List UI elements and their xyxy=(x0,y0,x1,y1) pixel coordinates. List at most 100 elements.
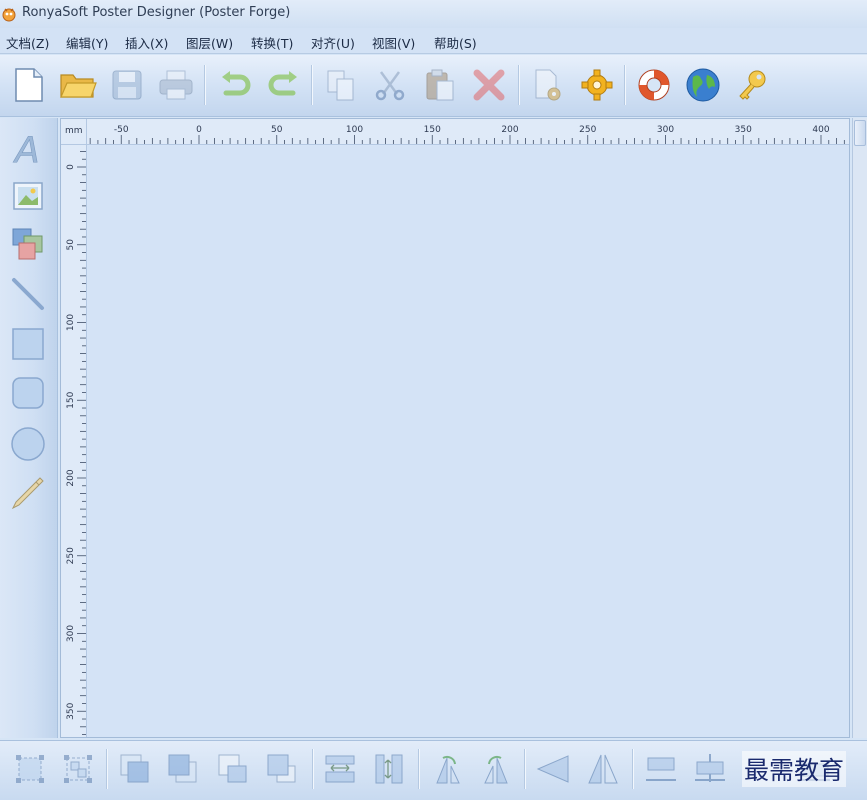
poster-canvas[interactable] xyxy=(88,146,849,737)
same-width-button[interactable] xyxy=(320,749,360,789)
flip-vertical-button[interactable] xyxy=(583,749,623,789)
rounded-rectangle-tool-button[interactable] xyxy=(8,373,48,413)
clipart-icon xyxy=(12,228,43,260)
send-to-back-icon xyxy=(168,754,197,783)
main-toolbar xyxy=(0,55,867,117)
rotate-right-button[interactable] xyxy=(476,749,516,789)
undo-arrow-icon xyxy=(222,71,251,96)
align-top-icon xyxy=(646,757,676,781)
bring-to-front-icon xyxy=(120,754,149,783)
printer-icon xyxy=(159,70,193,100)
text-tool-icon: A xyxy=(13,130,40,166)
line-tool-icon xyxy=(12,278,44,310)
watermark-text: 最需教育 xyxy=(742,751,847,787)
same-width-icon xyxy=(325,755,355,783)
save-disk-icon xyxy=(112,70,142,100)
image-tool-button[interactable] xyxy=(8,176,48,216)
bring-to-front-button[interactable] xyxy=(115,749,155,789)
vertical-ruler-scale: 0 50 100 150 200 250 300 350 xyxy=(66,151,86,735)
flip-horizontal-button[interactable] xyxy=(533,749,573,789)
clipart-tool-button[interactable] xyxy=(8,224,48,264)
menu-layer[interactable]: 图层(W) xyxy=(186,33,233,52)
select-group-button[interactable] xyxy=(58,749,98,789)
menu-align[interactable]: 对齐(U) xyxy=(311,33,355,52)
new-document-button[interactable] xyxy=(7,63,51,107)
toolbar-separator xyxy=(204,65,206,105)
save-button[interactable] xyxy=(105,63,149,107)
send-to-back-button[interactable] xyxy=(163,749,203,789)
redo-button[interactable] xyxy=(262,63,306,107)
select-group-icon xyxy=(64,755,92,783)
ruler-label: 400 xyxy=(812,125,829,135)
rotate-left-icon xyxy=(436,755,460,784)
ruler-label: 250 xyxy=(66,547,76,564)
toolbar-separator xyxy=(106,749,108,789)
toolbar-separator xyxy=(524,749,526,789)
ellipse-icon xyxy=(11,427,45,461)
line-tool-button[interactable] xyxy=(8,274,48,314)
ruler-label: 100 xyxy=(66,314,76,331)
toolbar-separator xyxy=(418,749,420,789)
ruler-unit-label: mm xyxy=(65,126,83,136)
align-top-button[interactable] xyxy=(641,749,681,789)
align-middle-button[interactable] xyxy=(690,749,730,789)
preferences-button[interactable] xyxy=(575,63,619,107)
image-icon xyxy=(13,182,43,210)
new-document-icon xyxy=(15,68,43,102)
menu-view[interactable]: 视图(V) xyxy=(372,33,415,52)
pencil-tool-button[interactable] xyxy=(8,473,48,513)
rotate-left-button[interactable] xyxy=(428,749,468,789)
ruler-label: 100 xyxy=(346,125,363,135)
help-button[interactable] xyxy=(632,63,676,107)
toolbar-separator xyxy=(518,65,520,105)
lifebuoy-icon xyxy=(638,69,670,101)
undo-button[interactable] xyxy=(213,63,257,107)
gear-icon xyxy=(581,69,613,101)
vertical-ruler[interactable]: 0 50 100 150 200 250 300 350 xyxy=(61,145,87,737)
vertical-scrollbar[interactable] xyxy=(852,118,867,738)
page-settings-button[interactable] xyxy=(526,63,570,107)
toolbar-separator xyxy=(312,749,314,789)
rectangle-tool-button[interactable] xyxy=(8,324,48,364)
copy-button[interactable] xyxy=(319,63,363,107)
key-icon xyxy=(739,70,766,100)
website-button[interactable] xyxy=(681,63,725,107)
menu-help[interactable]: 帮助(S) xyxy=(434,33,477,52)
toolbar-separator xyxy=(624,65,626,105)
horizontal-ruler-scale: -50 0 50 100 150 200 250 300 350 400 xyxy=(89,125,845,144)
ruler-label: 50 xyxy=(271,125,283,135)
ruler-label: 150 xyxy=(424,125,441,135)
paste-button[interactable] xyxy=(418,63,462,107)
delete-button[interactable] xyxy=(467,63,511,107)
menu-edit[interactable]: 编辑(Y) xyxy=(66,33,108,52)
open-folder-button[interactable] xyxy=(56,63,100,107)
select-object-icon xyxy=(16,755,44,783)
ruler-label: 350 xyxy=(735,125,752,135)
print-button[interactable] xyxy=(154,63,198,107)
menu-insert[interactable]: 插入(X) xyxy=(125,33,168,52)
cut-button[interactable] xyxy=(368,63,412,107)
send-backward-button[interactable] xyxy=(262,749,302,789)
align-middle-icon xyxy=(695,754,725,782)
flip-vertical-icon xyxy=(588,754,618,784)
menu-document[interactable]: 文档(Z) xyxy=(6,33,49,52)
same-height-button[interactable] xyxy=(369,749,409,789)
delete-x-icon xyxy=(473,69,505,101)
flip-horizontal-icon xyxy=(536,755,569,783)
select-object-button[interactable] xyxy=(10,749,50,789)
rotate-right-icon xyxy=(484,755,508,784)
tools-sidebar: A xyxy=(0,118,58,738)
bring-forward-button[interactable] xyxy=(213,749,253,789)
redo-arrow-icon xyxy=(268,71,297,96)
horizontal-ruler[interactable]: -50 0 50 100 150 200 250 300 350 400 xyxy=(87,119,849,145)
ellipse-tool-button[interactable] xyxy=(8,424,48,464)
menu-transform[interactable]: 转换(T) xyxy=(251,33,293,52)
register-button[interactable] xyxy=(730,63,774,107)
ruler-label: 50 xyxy=(66,239,76,251)
scrollbar-thumb[interactable] xyxy=(854,120,866,146)
svg-text:A: A xyxy=(13,130,40,166)
open-folder-icon xyxy=(60,74,97,98)
paste-clipboard-icon xyxy=(426,69,454,101)
text-tool-button[interactable]: A xyxy=(8,128,48,168)
toolbar-separator xyxy=(632,749,634,789)
